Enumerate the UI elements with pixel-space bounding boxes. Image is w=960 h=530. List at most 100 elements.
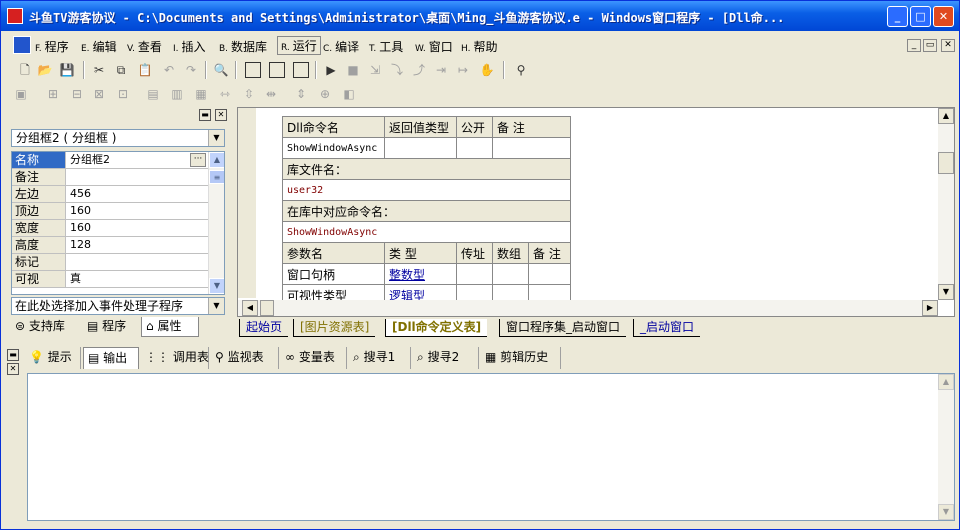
panel-minimize-button[interactable]: ▬: [199, 109, 211, 121]
menu-program[interactable]: F. 程序: [35, 38, 69, 55]
layout3-icon[interactable]: [293, 62, 309, 78]
new-file-icon[interactable]: 🗋: [17, 62, 33, 78]
scroll-down-icon[interactable]: ▼: [938, 284, 954, 300]
tab-output[interactable]: ▤ 输出: [83, 347, 139, 369]
copy-icon[interactable]: ⧉: [113, 62, 129, 78]
tab-dll-definitions[interactable]: [Dll命令定义表]: [385, 319, 488, 337]
dll-command-name[interactable]: ShowWindowAsync: [282, 137, 385, 159]
maximize-button[interactable]: □: [910, 6, 931, 27]
bottom-panel-close-button[interactable]: ✕: [7, 363, 19, 375]
ellipsis-button[interactable]: ···: [190, 153, 206, 167]
tab-search2[interactable]: ⌕ 搜寻2: [413, 347, 479, 369]
editor-hscroll[interactable]: ◀ ▶: [238, 300, 938, 316]
binoculars-icon[interactable]: ⚲: [513, 62, 529, 78]
menu-window[interactable]: W. 窗口: [415, 38, 453, 55]
property-row[interactable]: 宽度 160: [12, 220, 208, 237]
tab-watch[interactable]: ⚲ 监视表: [211, 347, 279, 369]
editor-vscroll[interactable]: ▲ ▼: [938, 108, 954, 300]
mdi-minimize-button[interactable]: _: [907, 39, 921, 52]
menu-tools[interactable]: T. 工具: [369, 38, 403, 55]
tab-start-window[interactable]: _启动窗口: [633, 319, 701, 337]
param-row[interactable]: 窗口句柄 整数型: [282, 263, 571, 285]
menu-edit[interactable]: E. 编辑: [81, 38, 117, 55]
cut-icon[interactable]: ✂: [91, 62, 107, 78]
save-icon[interactable]: 💾: [59, 62, 75, 78]
scroll-right-icon[interactable]: ▶: [922, 300, 938, 316]
title-bar[interactable]: 斗鱼TV游客协议 - C:\Documents and Settings\Adm…: [1, 1, 959, 31]
run-icon[interactable]: ▶: [323, 62, 339, 78]
align-top-icon[interactable]: ⊡: [115, 86, 131, 102]
tab-program[interactable]: ▤ 程序: [83, 317, 126, 337]
align-center-icon[interactable]: ⊟: [69, 86, 85, 102]
same-width-icon[interactable]: ▤: [145, 86, 161, 102]
output-scrollbar[interactable]: ▲ ▼: [938, 374, 954, 520]
tab-support-library[interactable]: ⊜ 支持库: [11, 317, 65, 337]
event-selector[interactable]: 在此处选择加入事件处理子程序 ▼: [11, 297, 225, 315]
layout2-icon[interactable]: [269, 62, 285, 78]
step-over-icon[interactable]: ⤴: [411, 62, 427, 78]
align-right-icon[interactable]: ⊠: [91, 86, 107, 102]
menu-compile[interactable]: C. 编译: [323, 38, 359, 55]
vspace-icon[interactable]: ⇳: [241, 86, 257, 102]
tab-image-resources[interactable]: [图片资源表]: [293, 319, 376, 337]
run-to-cursor-icon[interactable]: ↦: [455, 62, 471, 78]
paste-icon[interactable]: 📋: [137, 62, 153, 78]
scroll-thumb[interactable]: [260, 300, 274, 316]
same-size-icon[interactable]: ▦: [193, 86, 209, 102]
tab-search1[interactable]: ⌕ 搜寻1: [349, 347, 411, 369]
align-left-icon[interactable]: ⊞: [45, 86, 61, 102]
center-both-icon[interactable]: ⊕: [317, 86, 333, 102]
chevron-down-icon[interactable]: ▼: [208, 298, 224, 314]
scroll-up-icon[interactable]: ▲: [209, 152, 224, 168]
open-folder-icon[interactable]: 📂: [37, 62, 53, 78]
property-row[interactable]: 高度 128: [12, 237, 208, 254]
object-selector[interactable]: 分组框2 ( 分组框 ) ▼: [11, 129, 225, 147]
scroll-down-icon[interactable]: ▼: [209, 278, 224, 294]
output-area[interactable]: ▲ ▼: [27, 373, 955, 521]
code-editor[interactable]: Dll命令名 返回值类型 公开 备 注 ShowWindowAsync 库文件名…: [237, 107, 955, 317]
step-icon[interactable]: ⇲: [367, 62, 383, 78]
menu-help[interactable]: H. 帮助: [461, 38, 498, 55]
tab-hint[interactable]: 💡 提示: [25, 347, 81, 369]
lib-cmd-value[interactable]: ShowWindowAsync: [282, 221, 571, 243]
minimize-button[interactable]: _: [887, 6, 908, 27]
tab-properties[interactable]: ⌂ 属性: [141, 317, 199, 337]
mdi-restore-button[interactable]: ▭: [923, 39, 937, 52]
tab-variables[interactable]: ∞ 变量表: [281, 347, 347, 369]
center-h-icon[interactable]: ⇹: [263, 86, 279, 102]
stop-icon[interactable]: ■: [345, 62, 361, 78]
tab-call-stack[interactable]: ⋮⋮ 调用表: [141, 347, 209, 369]
center-v-icon[interactable]: ⇕: [293, 86, 309, 102]
bottom-panel-minimize-button[interactable]: ▬: [7, 349, 19, 361]
scroll-up-icon[interactable]: ▲: [938, 374, 954, 390]
panel-close-button[interactable]: ✕: [215, 109, 227, 121]
scroll-thumb[interactable]: ≡: [209, 170, 224, 184]
scroll-left-icon[interactable]: ◀: [242, 300, 258, 316]
step-into-icon[interactable]: ⤵: [389, 62, 405, 78]
layout1-icon[interactable]: [245, 62, 261, 78]
same-height-icon[interactable]: ▥: [169, 86, 185, 102]
lib-file-value[interactable]: user32: [282, 179, 571, 201]
tab-start-page[interactable]: 起始页: [239, 319, 289, 337]
bring-front-icon[interactable]: ◧: [341, 86, 357, 102]
close-button[interactable]: ✕: [933, 6, 954, 27]
scroll-down-icon[interactable]: ▼: [938, 504, 954, 520]
menu-database[interactable]: B. 数据库: [219, 38, 267, 55]
property-row[interactable]: 名称 分组框2 ···: [12, 152, 208, 169]
menu-insert[interactable]: I. 插入: [173, 38, 206, 55]
property-row[interactable]: 备注: [12, 169, 208, 186]
breakpoint-icon[interactable]: ✋: [479, 62, 495, 78]
redo-icon[interactable]: ↷: [183, 62, 199, 78]
hspace-icon[interactable]: ⇿: [217, 86, 233, 102]
find-icon[interactable]: 🔍: [213, 62, 229, 78]
mdi-close-button[interactable]: ✕: [941, 39, 955, 52]
tab-window-program-set[interactable]: 窗口程序集_启动窗口: [499, 319, 627, 337]
align-grid-icon[interactable]: ▣: [13, 86, 29, 102]
tab-clipboard-history[interactable]: ▦ 剪辑历史: [481, 347, 561, 369]
undo-icon[interactable]: ↶: [161, 62, 177, 78]
menu-run[interactable]: R. 运行: [277, 36, 321, 55]
step-out-icon[interactable]: ⇥: [433, 62, 449, 78]
menu-view[interactable]: V. 查看: [127, 38, 162, 55]
property-row[interactable]: 左边 456: [12, 186, 208, 203]
chevron-down-icon[interactable]: ▼: [208, 130, 224, 146]
